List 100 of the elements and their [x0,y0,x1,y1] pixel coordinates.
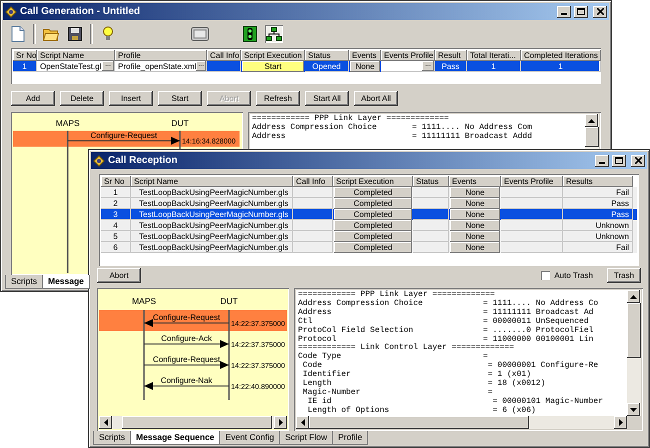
field-name: Code [302,362,322,370]
action-button[interactable]: Abort All [354,91,398,106]
column-header[interactable]: Call Info [207,50,241,61]
maximize-button[interactable] [612,154,626,166]
maximize-icon [577,8,585,15]
action-button[interactable]: Start [158,91,202,106]
column-header[interactable]: Result [435,50,467,61]
field-name: Protocol [298,336,338,344]
column-header[interactable]: Events Profile [501,176,563,187]
vertical-scrollbar[interactable] [627,290,641,416]
column-header[interactable]: Completed Iterations [521,50,601,61]
field-value: = 00000001 Configure-Re [488,362,598,370]
table-row[interactable]: 5 TestLoopBackUsingPeerMagicNumber.gls Completed None Unknown [101,231,637,242]
close-button[interactable] [593,6,607,18]
script-execution-button[interactable]: Completed [334,198,412,209]
scrollbar-thumb[interactable] [309,416,529,429]
field-value: = 18 (x0012) [488,380,546,389]
tab[interactable]: Script Flow [279,431,334,445]
horizontal-scrollbar[interactable] [99,416,287,429]
column-header[interactable]: Events Profile [381,50,435,61]
field-name: Magic-Number [302,388,362,397]
table-row[interactable]: 6 TestLoopBackUsingPeerMagicNumber.gls Completed None Fail [101,242,637,253]
window-title: Call Reception [108,155,178,166]
action-button[interactable]: Refresh [256,91,300,106]
field-name: Address [298,308,333,317]
vertical-scrollbar[interactable] [585,114,599,152]
minimize-button[interactable] [595,154,609,166]
trash-button[interactable]: Trash [607,268,641,283]
column-header[interactable]: Script Execution [333,176,413,187]
column-header[interactable]: Results [563,176,633,187]
column-header[interactable]: Status [413,176,449,187]
table-row[interactable]: 1 TestLoopBackUsingPeerMagicNumber.gls Completed None Fail [101,187,637,198]
events-button[interactable]: None [350,61,380,72]
column-header[interactable]: Events [349,50,381,61]
column-header[interactable]: Status [305,50,349,61]
table-row[interactable]: 4 TestLoopBackUsingPeerMagicNumber.gls Completed None Unknown [101,220,637,231]
hierarchy-icon[interactable] [265,25,283,43]
scroll-up-button[interactable] [627,290,640,303]
table-row[interactable]: 3 TestLoopBackUsingPeerMagicNumber.gls Completed None Pass [101,209,637,220]
abort-button[interactable]: Abort [97,268,141,283]
monitor-icon[interactable] [191,25,209,43]
column-header[interactable]: Script Name [131,176,293,187]
scroll-left-button[interactable] [99,416,112,429]
maximize-button[interactable] [574,6,588,18]
events-button[interactable]: None [450,231,500,242]
events-button[interactable]: None [450,187,500,198]
scroll-right-button[interactable] [614,416,627,429]
scroll-left-button[interactable] [296,416,309,429]
tab[interactable]: Message Sequence [130,431,220,445]
script-execution-button[interactable]: Completed [334,187,412,198]
tab[interactable]: Event Config [219,431,280,445]
scroll-right-button[interactable] [274,416,287,429]
action-button[interactable]: Start All [305,91,349,106]
script-execution-button[interactable]: Start [242,61,304,72]
field-name: IE id [306,398,333,406]
column-header[interactable]: Script Execution [241,50,305,61]
table-cell [413,242,449,253]
field-value: = 11000000 00100001 Lin [483,336,594,344]
column-header[interactable]: Script Name [37,50,115,61]
tab[interactable]: Message [42,275,90,289]
close-button[interactable] [631,154,645,166]
scrollbar-thumb[interactable] [627,303,641,358]
events-button[interactable]: None [450,242,500,253]
script-execution-button[interactable]: Completed [334,242,412,253]
traffic-light-icon[interactable] [241,25,259,43]
action-button[interactable]: Insert [109,91,153,106]
close-icon [596,8,604,15]
tab[interactable]: Scripts [5,275,43,289]
script-execution-button[interactable]: Completed [334,209,412,220]
action-button[interactable]: Delete [60,91,104,106]
script-execution-button[interactable]: Completed [334,220,412,231]
column-header[interactable]: Events [449,176,501,187]
action-button[interactable]: Add [11,91,55,106]
script-execution-button[interactable]: Completed [334,231,412,242]
column-header[interactable]: Sr No [13,50,37,61]
table-row[interactable]: 2 TestLoopBackUsingPeerMagicNumber.gls Completed None Pass [101,198,637,209]
events-button[interactable]: None [450,220,500,231]
column-header[interactable]: Profile [115,50,207,61]
events-button[interactable]: None [450,198,500,209]
field-name: Identifier [302,371,352,380]
tab[interactable]: Scripts [93,431,131,445]
tab[interactable]: Profile [332,431,368,445]
scrollbar-thumb[interactable] [585,127,599,147]
events-button[interactable]: None [450,209,500,220]
column-header[interactable]: Call Info [293,176,333,187]
save-icon[interactable] [66,25,84,43]
table-cell: Opened [305,61,349,72]
minimize-button[interactable] [557,6,571,18]
scrollbar-thumb[interactable] [122,416,272,429]
scroll-down-button[interactable] [627,403,640,416]
horizontal-scrollbar[interactable] [296,416,627,429]
table-cell: TestLoopBackUsingPeerMagicNumber.gls [131,242,293,253]
checkbox[interactable] [541,271,550,280]
field-name: Code Type [298,353,342,362]
scroll-up-button[interactable] [585,114,598,127]
column-header[interactable]: Sr No [101,176,131,187]
column-header[interactable]: Total Iterati... [467,50,521,61]
message-label: Configure-Request [90,130,158,140]
field-value: = [444,115,449,124]
new-document-icon[interactable] [9,25,27,43]
